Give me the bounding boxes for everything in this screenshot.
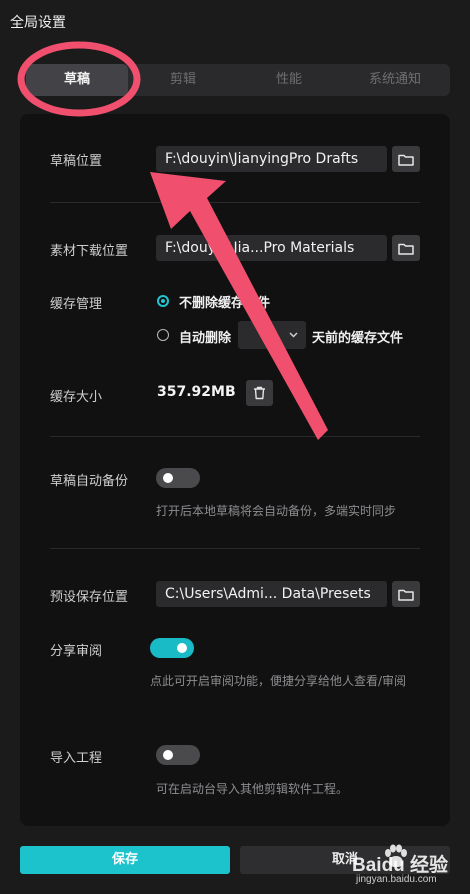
auto-backup-label: 草稿自动备份	[50, 474, 129, 489]
tab-performance[interactable]: 性能	[238, 64, 340, 96]
preset-location-field[interactable]: C:\Users\Admi... Data\Presets	[156, 581, 387, 607]
watermark-logo-text: Baidu 经验	[352, 855, 449, 876]
cache-keep-radio[interactable]	[157, 295, 169, 307]
preset-location-label: 预设保存位置	[50, 590, 129, 605]
share-review-toggle[interactable]	[150, 638, 194, 658]
cache-auto-delete-label: 自动删除	[179, 331, 232, 346]
cache-size-value: 357.92MB	[157, 384, 236, 400]
cache-management-label: 缓存管理	[50, 297, 103, 312]
import-project-hint: 可在启动台导入其他剪辑软件工程。	[156, 782, 349, 796]
auto-backup-toggle[interactable]	[156, 468, 200, 488]
settings-tabs: 草稿 剪辑 性能 系统通知	[20, 64, 450, 96]
divider	[50, 436, 420, 437]
folder-icon	[398, 243, 414, 255]
divider	[50, 548, 420, 549]
cache-size-label: 缓存大小	[50, 390, 103, 405]
tab-drafts[interactable]: 草稿	[26, 64, 128, 96]
material-location-browse-button[interactable]	[392, 235, 420, 261]
toggle-knob	[177, 643, 187, 653]
import-project-toggle[interactable]	[156, 745, 200, 765]
watermark-url: jingyan.baidu.com	[356, 874, 437, 885]
draft-location-browse-button[interactable]	[392, 146, 420, 172]
import-project-label: 导入工程	[50, 751, 103, 766]
toggle-knob	[163, 750, 173, 760]
cache-auto-delete-radio[interactable]	[157, 329, 169, 341]
folder-icon	[398, 589, 414, 601]
share-review-hint: 点此可开启审阅功能，便捷分享给他人查看/审阅	[150, 674, 407, 688]
cache-days-suffix: 天前的缓存文件	[312, 331, 404, 346]
auto-backup-hint: 打开后本地草稿将会自动备份，多端实时同步	[156, 504, 397, 518]
save-button[interactable]: 保存	[20, 846, 230, 874]
divider	[50, 202, 420, 203]
baidu-jingyan-watermark: Baidu 经验 jingyan.baidu.com	[330, 840, 460, 890]
draft-location-field[interactable]: F:\douyin\JianyingPro Drafts	[156, 146, 387, 172]
draft-location-label: 草稿位置	[50, 154, 103, 169]
chevron-down-icon	[289, 332, 298, 338]
tab-system-notifications[interactable]: 系统通知	[344, 64, 446, 96]
preset-location-browse-button[interactable]	[392, 581, 420, 607]
tab-editing[interactable]: 剪辑	[132, 64, 234, 96]
trash-icon	[254, 386, 265, 400]
toggle-knob	[163, 473, 173, 483]
material-location-label: 素材下载位置	[50, 244, 129, 259]
window-title: 全局设置	[10, 15, 66, 31]
clear-cache-button[interactable]	[246, 380, 273, 406]
material-location-field[interactable]: F:\douyin\Jia...Pro Materials	[156, 235, 387, 261]
cache-days-select[interactable]	[238, 321, 306, 349]
folder-icon	[398, 154, 414, 166]
cache-keep-label: 不删除缓存文件	[179, 296, 271, 311]
share-review-label: 分享审阅	[50, 644, 103, 659]
